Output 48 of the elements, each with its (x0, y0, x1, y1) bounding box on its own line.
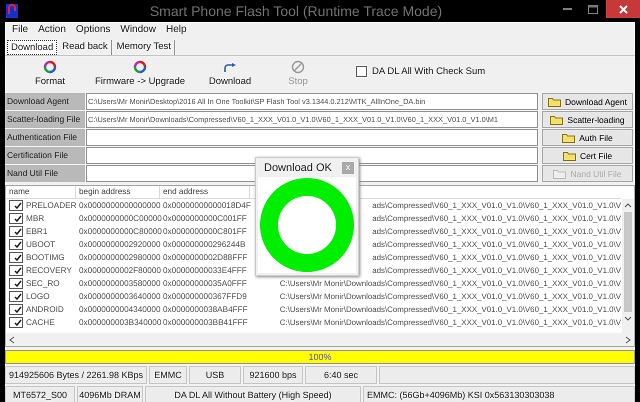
table-cell-text: SEC_RO (26, 278, 60, 290)
status-field: 914925606 Bytes / 2261.98 KBps (5, 366, 147, 384)
status-field: 921600 bps (243, 366, 303, 384)
table-cell-text: LOGO (26, 291, 50, 303)
table-cell-text: BOOTIMG (26, 252, 65, 264)
table-cell-text: EBR1 (26, 226, 48, 238)
table-cell-text: 0x0000000000C801FF (162, 226, 248, 238)
table-cell-text: ANDROID (26, 304, 64, 316)
table-cell-text: 0x00000000035A0FFF (162, 278, 248, 290)
table-cell-text: 0x00000000000018D4F (162, 200, 250, 212)
status-field: MT6572_S00 (5, 386, 75, 402)
field-label: Nand Util File (5, 165, 85, 182)
table-cell-text: CACHE (26, 317, 55, 329)
table-cell-text: PRELOADER (26, 200, 77, 212)
field-label: Certification File (5, 147, 85, 164)
table-cell-text: 0x0000000000C001FF (162, 213, 248, 225)
progress-label: 100% (308, 351, 332, 363)
table-cell-text: 0x0000000004340000 (78, 304, 160, 316)
table-cell-text: 0x0000000000000000 (78, 200, 160, 212)
table-cell-text: RECOVERY (26, 265, 72, 277)
dialog-title: Download OK (264, 162, 332, 174)
table-cell-text: 0x000000003BB41FFF (162, 317, 249, 329)
status-field: EMMC (149, 366, 187, 384)
table-cell-text: 0x0000000038AB4FFF (162, 304, 249, 316)
field-label: Scatter-loading File (5, 111, 85, 128)
table-cell-text: MBR (26, 213, 44, 225)
table-cell-text: 0x0000000003580000 (78, 278, 160, 290)
table-cell-text: 0x00000000033E4FFF (162, 265, 248, 277)
table-cell-text: 0x0000000003640000 (78, 291, 160, 303)
status-field: EMMC: (56Gb+4096Mb) KSI 0x563130303038 (363, 386, 635, 402)
table-cell-text: 0x000000000296244B (162, 239, 246, 251)
table-cell-text: 0x0000000002980000 (78, 252, 160, 264)
status-field: 4096Mb DRAM (77, 386, 143, 402)
checkbox-label: DA DL All With Check Sum (372, 66, 486, 77)
status-field: DA DL All Without Battery (High Speed) (145, 386, 361, 402)
field-label: Download Agent (5, 93, 85, 110)
status-field: USB (189, 366, 241, 384)
table-cell-text: 0x0000000002920000 (78, 239, 160, 251)
table-cell-text: 0x0000000000C80000 (78, 226, 160, 238)
table-cell-text: 0x000000000367FFD9 (162, 291, 248, 303)
status-field: 6:40 sec (305, 366, 377, 384)
table-cell-text: 0x0000000002D88FFF (162, 252, 248, 264)
table-cell-text: 0x000000003B340000 (78, 317, 160, 329)
table-cell-text: 0x0000000002F80000 (78, 265, 160, 277)
window-title: Smart Phone Flash Tool (Runtime Trace Mode) (148, 3, 444, 19)
table-cell-text: UBOOT (26, 239, 56, 251)
table-cell-text: 0x0000000000C00000 (78, 213, 160, 225)
field-label: Authentication File (5, 129, 85, 146)
